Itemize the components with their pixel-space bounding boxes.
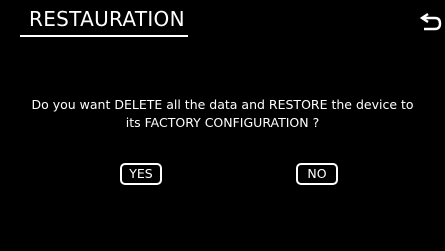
title-underline [20,35,188,37]
yes-button[interactable]: YES [120,163,162,185]
page-title: RESTAURATION [29,7,185,31]
no-button[interactable]: NO [296,163,338,185]
message-line-2: its FACTORY CONFIGURATION ? [125,115,320,130]
return-arrow-icon-svg [419,13,442,31]
confirmation-message: Do you want DELETE all the data and REST… [0,96,445,132]
message-line-1: Do you want DELETE all the data and REST… [31,97,414,112]
return-arrow-icon[interactable] [419,10,443,34]
